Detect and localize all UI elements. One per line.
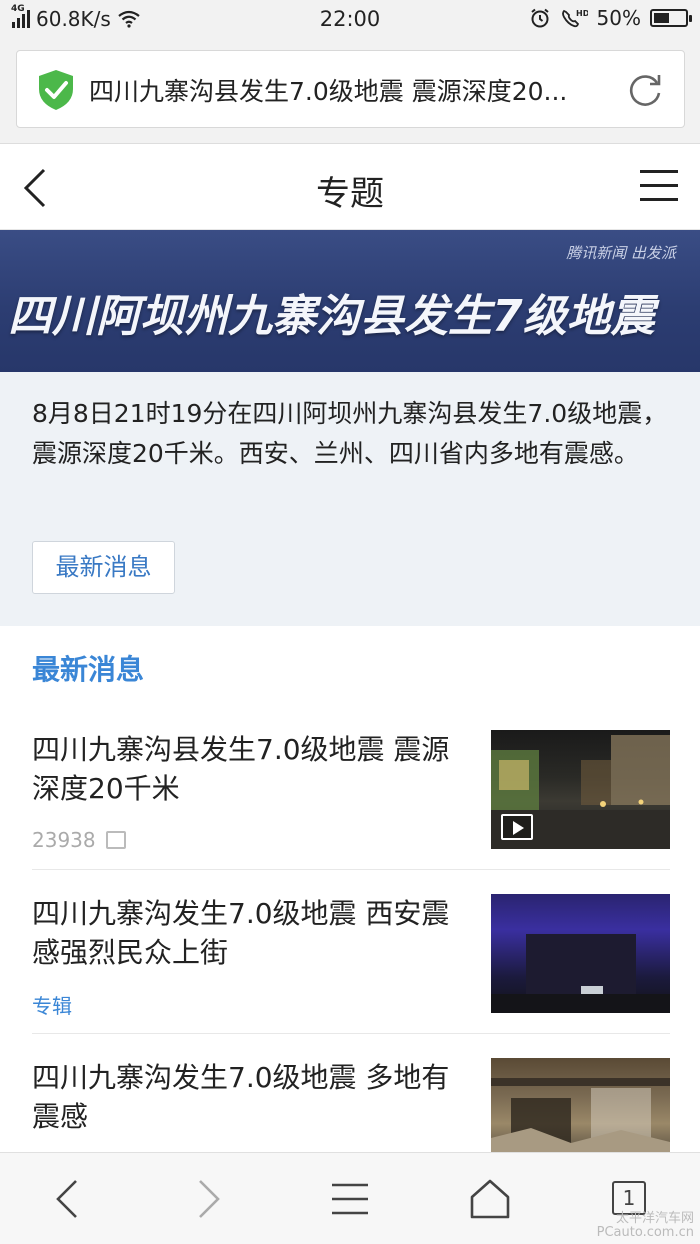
section-title: 最新消息: [32, 653, 145, 686]
news-item[interactable]: 四川九寨沟发生7.0级地震 多地有震感: [32, 1058, 670, 1154]
nav-back-icon[interactable]: [46, 1177, 90, 1221]
topic-summary: 8月8日21时19分在四川阿坝州九寨沟县发生7.0级地震，震源深度20千米。西安…: [0, 372, 700, 626]
bottom-toolbar: 1 太平洋汽车网 PCauto.com.cn: [0, 1152, 700, 1244]
security-shield-icon: [39, 70, 73, 110]
news-thumbnail[interactable]: [491, 894, 670, 1013]
banner-title: 四川阿坝州九寨沟县发生7级地震: [8, 291, 655, 342]
watermark-line1: 太平洋汽车网: [615, 1211, 694, 1226]
address-bar-area: 四川九寨沟县发生7.0级地震 震源深度20...: [0, 38, 700, 144]
status-bar: 4G 60.8K/s 22:00 HD 50%: [0, 0, 700, 38]
news-headline[interactable]: 四川九寨沟县发生7.0级地震 震源深度20千米: [32, 730, 462, 808]
nav-forward-icon[interactable]: [186, 1177, 230, 1221]
svg-text:HD: HD: [576, 9, 588, 18]
news-item[interactable]: 四川九寨沟发生7.0级地震 西安震感强烈民众上街 专辑: [32, 894, 670, 1034]
hd-call-icon: HD: [561, 9, 588, 28]
thumbnail-scene: [491, 1078, 670, 1152]
home-icon[interactable]: [468, 1177, 512, 1221]
topic-banner: 腾讯新闻 出发派 四川阿坝州九寨沟县发生7级地震: [0, 230, 700, 372]
battery-percent: 50%: [596, 6, 641, 30]
latest-news-tag-button[interactable]: 最新消息: [32, 541, 175, 594]
thumbnail-scene: [491, 934, 670, 1013]
divider: [32, 1033, 670, 1034]
browser-menu-icon[interactable]: [328, 1177, 372, 1221]
news-headline[interactable]: 四川九寨沟发生7.0级地震 多地有震感: [32, 1058, 462, 1136]
comment-icon: [105, 831, 126, 849]
album-label[interactable]: 专辑: [32, 990, 72, 1019]
page-header: 专题: [0, 144, 700, 230]
summary-text: 8月8日21时19分在四川阿坝州九寨沟县发生7.0级地震，震源深度20千米。西安…: [32, 399, 668, 468]
news-thumbnail[interactable]: [491, 730, 670, 849]
watermark: 太平洋汽车网 PCauto.com.cn: [597, 1212, 694, 1240]
banner-brand: 腾讯新闻 出发派: [566, 244, 676, 262]
alarm-icon: [530, 8, 549, 28]
url-text[interactable]: 四川九寨沟县发生7.0级地震 震源深度20...: [89, 72, 609, 108]
status-right: HD 50%: [529, 6, 692, 30]
refresh-icon[interactable]: [626, 71, 664, 109]
video-play-icon[interactable]: [501, 814, 533, 840]
watermark-line2: PCauto.com.cn: [596, 1225, 694, 1240]
divider: [32, 869, 670, 870]
news-headline[interactable]: 四川九寨沟发生7.0级地震 西安震感强烈民众上街: [32, 894, 462, 972]
battery-fill: [654, 13, 669, 23]
tabs-button[interactable]: 1: [612, 1181, 646, 1215]
news-meta: 23938: [32, 828, 126, 852]
address-bar[interactable]: 四川九寨沟县发生7.0级地震 震源深度20...: [16, 50, 685, 128]
comment-count: 23938: [32, 828, 96, 852]
news-thumbnail[interactable]: [491, 1058, 670, 1152]
page-title: 专题: [316, 174, 384, 214]
news-item[interactable]: 四川九寨沟县发生7.0级地震 震源深度20千米 23938: [32, 730, 670, 870]
menu-icon[interactable]: [640, 170, 678, 204]
news-meta: 专辑: [32, 990, 72, 1019]
battery-icon: [650, 9, 692, 27]
